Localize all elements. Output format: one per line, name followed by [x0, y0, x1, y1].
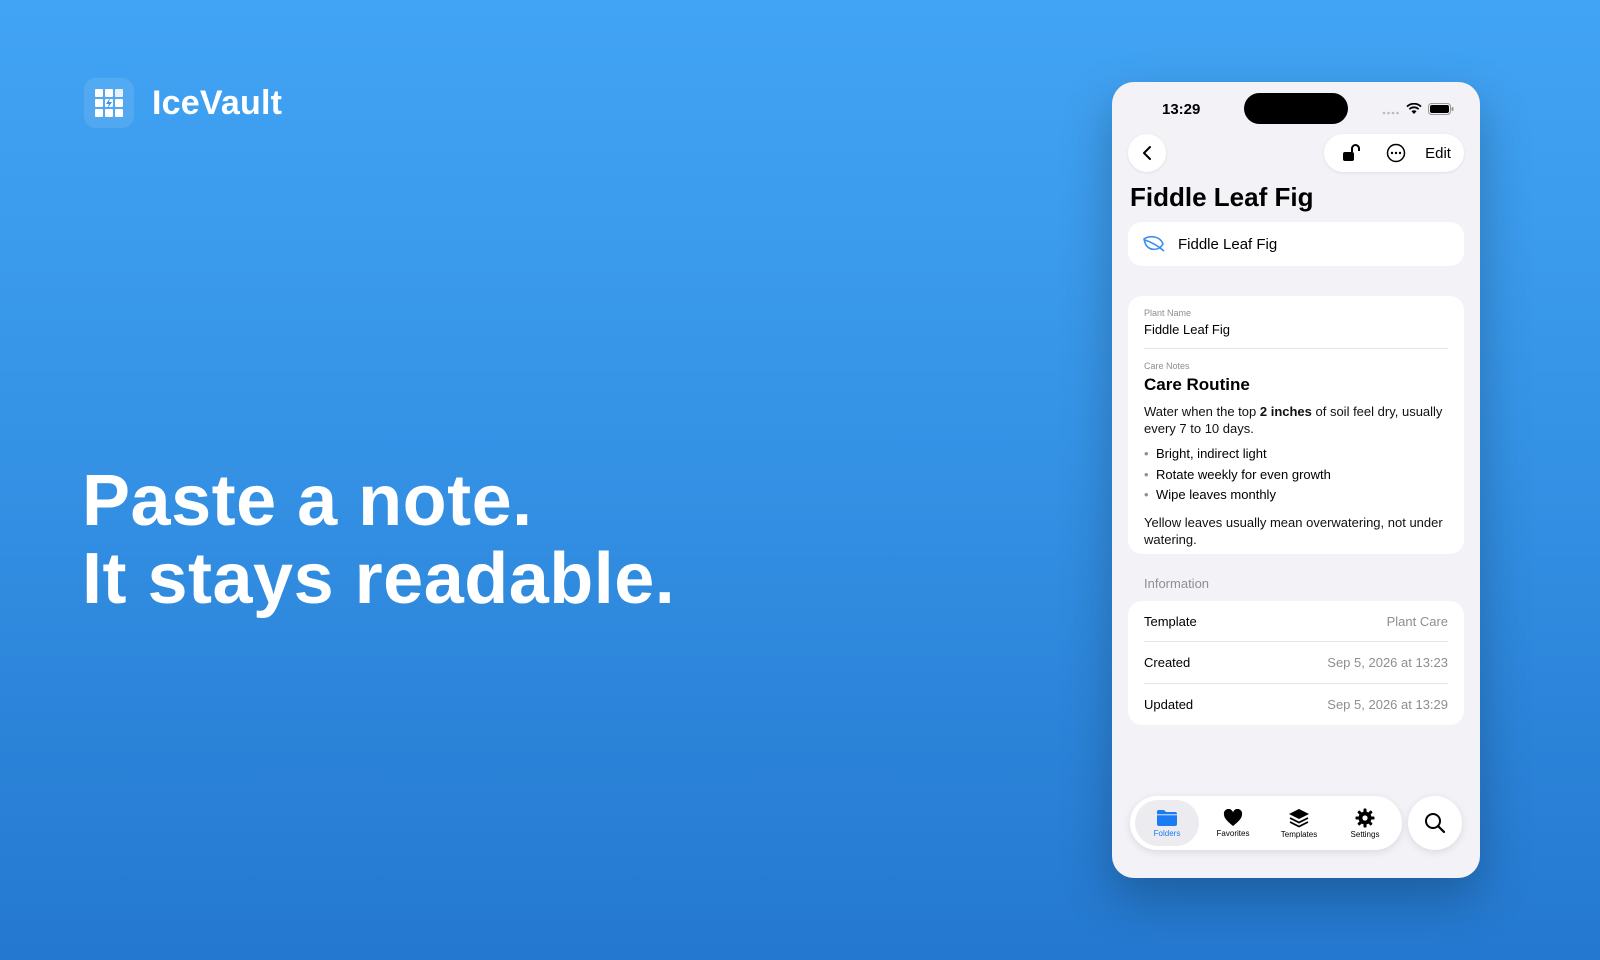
- tab-bar: Folders Favorites Templates Settings: [1130, 796, 1402, 850]
- para1-pre: Water when the top: [1144, 404, 1260, 419]
- tab-label: Templates: [1280, 829, 1318, 839]
- nav-actions: Edit: [1324, 134, 1464, 172]
- tab-folders[interactable]: Folders: [1135, 800, 1199, 846]
- search-icon: [1425, 813, 1446, 834]
- dynamic-island: [1244, 93, 1348, 124]
- info-row-template: Template Plant Care: [1144, 601, 1448, 643]
- status-icons: [1382, 102, 1454, 120]
- nav-bar: Edit: [1128, 134, 1464, 172]
- status-bar: 13:29: [1112, 82, 1480, 136]
- chevron-left-icon: [1143, 146, 1151, 160]
- status-time: 13:29: [1162, 101, 1201, 118]
- bullet-text: Bright, indirect light: [1156, 446, 1267, 461]
- edit-button[interactable]: Edit: [1425, 145, 1451, 162]
- divider: [1144, 348, 1448, 349]
- tab-templates[interactable]: Templates: [1267, 800, 1331, 846]
- bullet-text: Rotate weekly for even growth: [1156, 466, 1331, 482]
- phone-screen: 13:29 Edit Fiddle Leaf Fig Fiddle Leaf F…: [1112, 82, 1480, 878]
- brand: IceVault: [84, 78, 282, 128]
- note-title: Fiddle Leaf Fig: [1130, 182, 1314, 212]
- brand-name: IceVault: [152, 83, 283, 122]
- bullet-text: Wipe leaves monthly: [1156, 487, 1276, 502]
- headline: Paste a note. It stays readable.: [82, 462, 675, 618]
- tab-label: Folders: [1153, 828, 1181, 838]
- info-value: Sep 5, 2026 at 13:29: [1327, 696, 1448, 712]
- info-label: Template: [1144, 613, 1197, 629]
- info-value: Sep 5, 2026 at 13:23: [1327, 654, 1448, 670]
- wifi-icon: [1406, 102, 1422, 120]
- signal-icon: [1382, 102, 1400, 120]
- tab-label: Settings: [1350, 829, 1380, 839]
- info-label: Created: [1144, 654, 1191, 670]
- info-row-updated: Updated Sep 5, 2026 at 13:29: [1144, 684, 1448, 725]
- list-item: • Wipe leaves monthly: [1144, 485, 1448, 506]
- information-card: Template Plant Care Created Sep 5, 2026 …: [1128, 601, 1464, 725]
- ice-cube-grid-icon: [84, 78, 134, 128]
- more-button[interactable]: [1381, 138, 1411, 168]
- unlock-icon: [1343, 144, 1361, 161]
- tab-label: Favorites: [1216, 828, 1250, 838]
- care-notes-label: Care Notes: [1144, 361, 1190, 371]
- plant-name-value[interactable]: Fiddle Leaf Fig: [1144, 322, 1448, 337]
- leaf-icon: [1143, 235, 1165, 252]
- headline-line-1: Paste a note.: [82, 461, 533, 541]
- folder-icon: [1157, 809, 1177, 826]
- battery-icon: [1428, 102, 1454, 120]
- care-paragraph-1[interactable]: Water when the top 2 inches of soil feel…: [1144, 403, 1448, 437]
- back-button[interactable]: [1128, 134, 1166, 172]
- gear-icon: [1355, 808, 1375, 827]
- information-heading: Information: [1144, 576, 1210, 591]
- headline-line-2: It stays readable.: [82, 539, 676, 619]
- search-button[interactable]: [1408, 796, 1462, 850]
- plant-name-label: Plant Name: [1144, 308, 1192, 318]
- heart-icon: [1223, 808, 1243, 826]
- info-row-created: Created Sep 5, 2026 at 13:23: [1144, 642, 1448, 684]
- care-paragraph-2[interactable]: Yellow leaves usually mean overwatering,…: [1144, 514, 1448, 548]
- list-item: • Bright, indirect light: [1144, 444, 1448, 465]
- info-label: Updated: [1144, 696, 1194, 712]
- list-item: • Rotate weekly for even growth: [1144, 465, 1448, 486]
- tab-settings[interactable]: Settings: [1333, 800, 1397, 846]
- note-name-text: Fiddle Leaf Fig: [1178, 235, 1278, 253]
- note-name-row[interactable]: Fiddle Leaf Fig: [1128, 222, 1464, 266]
- para1-bold: 2 inches: [1259, 404, 1312, 419]
- care-bullets: • Bright, indirect light • Rotate weekly f…: [1144, 444, 1448, 506]
- layers-icon: [1289, 808, 1309, 828]
- info-value: Plant Care: [1386, 613, 1448, 629]
- lock-button[interactable]: [1337, 138, 1367, 168]
- note-fields-card: Plant Name Fiddle Leaf Fig Care Notes Ca…: [1128, 296, 1464, 554]
- care-heading: Care Routine: [1144, 375, 1250, 394]
- more-icon: [1386, 143, 1406, 163]
- tab-favorites[interactable]: Favorites: [1201, 800, 1265, 846]
